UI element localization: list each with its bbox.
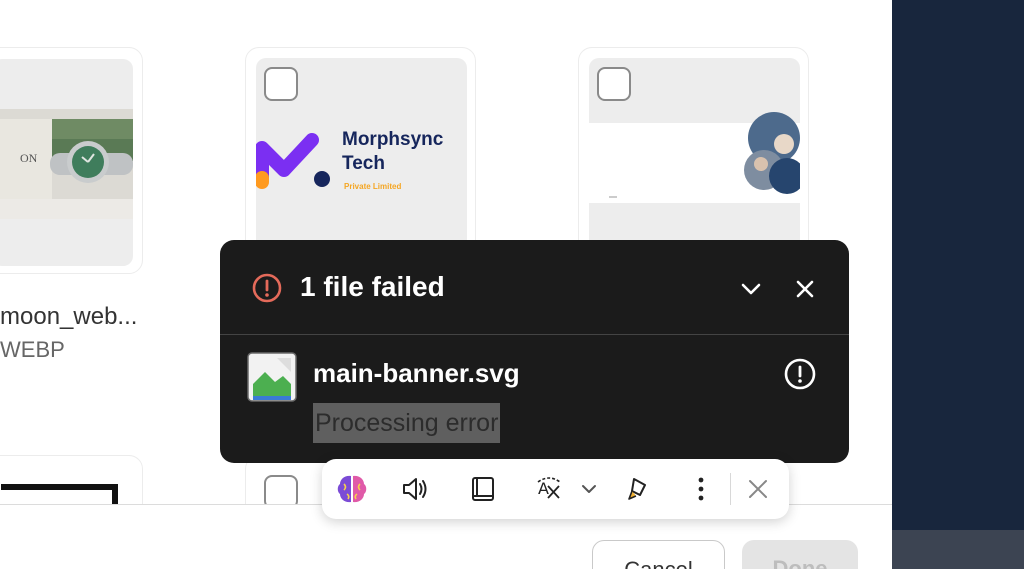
done-button[interactable]: Done bbox=[742, 540, 858, 569]
floating-toolbar: A bbox=[322, 459, 789, 519]
chevron-down-icon[interactable] bbox=[737, 275, 765, 303]
error-circle-icon bbox=[252, 273, 282, 303]
image-text: ON bbox=[20, 151, 38, 165]
toast-header: 1 file failed bbox=[220, 240, 849, 335]
toolbar-divider bbox=[730, 473, 731, 505]
file-name: moon_web... bbox=[0, 303, 138, 330]
brain-ai-icon[interactable] bbox=[335, 472, 369, 506]
file-thumbnail: ON bbox=[0, 59, 133, 266]
chevron-down-icon[interactable] bbox=[572, 472, 606, 506]
svg-text:A: A bbox=[538, 479, 549, 498]
error-status: Processing error bbox=[313, 403, 501, 443]
failed-file-name: main-banner.svg bbox=[313, 358, 520, 388]
toast-title: 1 file failed bbox=[300, 271, 445, 302]
file-card[interactable]: ON bbox=[0, 47, 143, 274]
speaker-icon[interactable] bbox=[398, 472, 432, 506]
highlighter-icon[interactable] bbox=[621, 472, 655, 506]
close-icon[interactable] bbox=[791, 275, 819, 303]
cancel-button[interactable]: Cancel bbox=[592, 540, 725, 569]
logo-mark bbox=[256, 133, 330, 189]
exclamation-circle-icon[interactable] bbox=[783, 357, 817, 391]
file-type: WEBP bbox=[0, 337, 65, 362]
logo-tagline: Private Limited bbox=[344, 182, 402, 191]
broken-image-file-icon bbox=[247, 352, 297, 402]
close-icon[interactable] bbox=[741, 472, 775, 506]
upload-error-toast: 1 file failed main-banner.svg Processing… bbox=[220, 240, 849, 463]
background-strip bbox=[892, 530, 1024, 569]
select-checkbox[interactable] bbox=[264, 67, 298, 101]
select-checkbox[interactable] bbox=[597, 67, 631, 101]
reader-icon[interactable] bbox=[466, 472, 500, 506]
logo-title: Morphsync bbox=[342, 129, 444, 150]
background-panel bbox=[892, 0, 1024, 569]
translate-icon[interactable]: A bbox=[532, 472, 566, 506]
more-vertical-icon[interactable] bbox=[684, 472, 718, 506]
logo-subtitle: Tech bbox=[342, 153, 385, 174]
